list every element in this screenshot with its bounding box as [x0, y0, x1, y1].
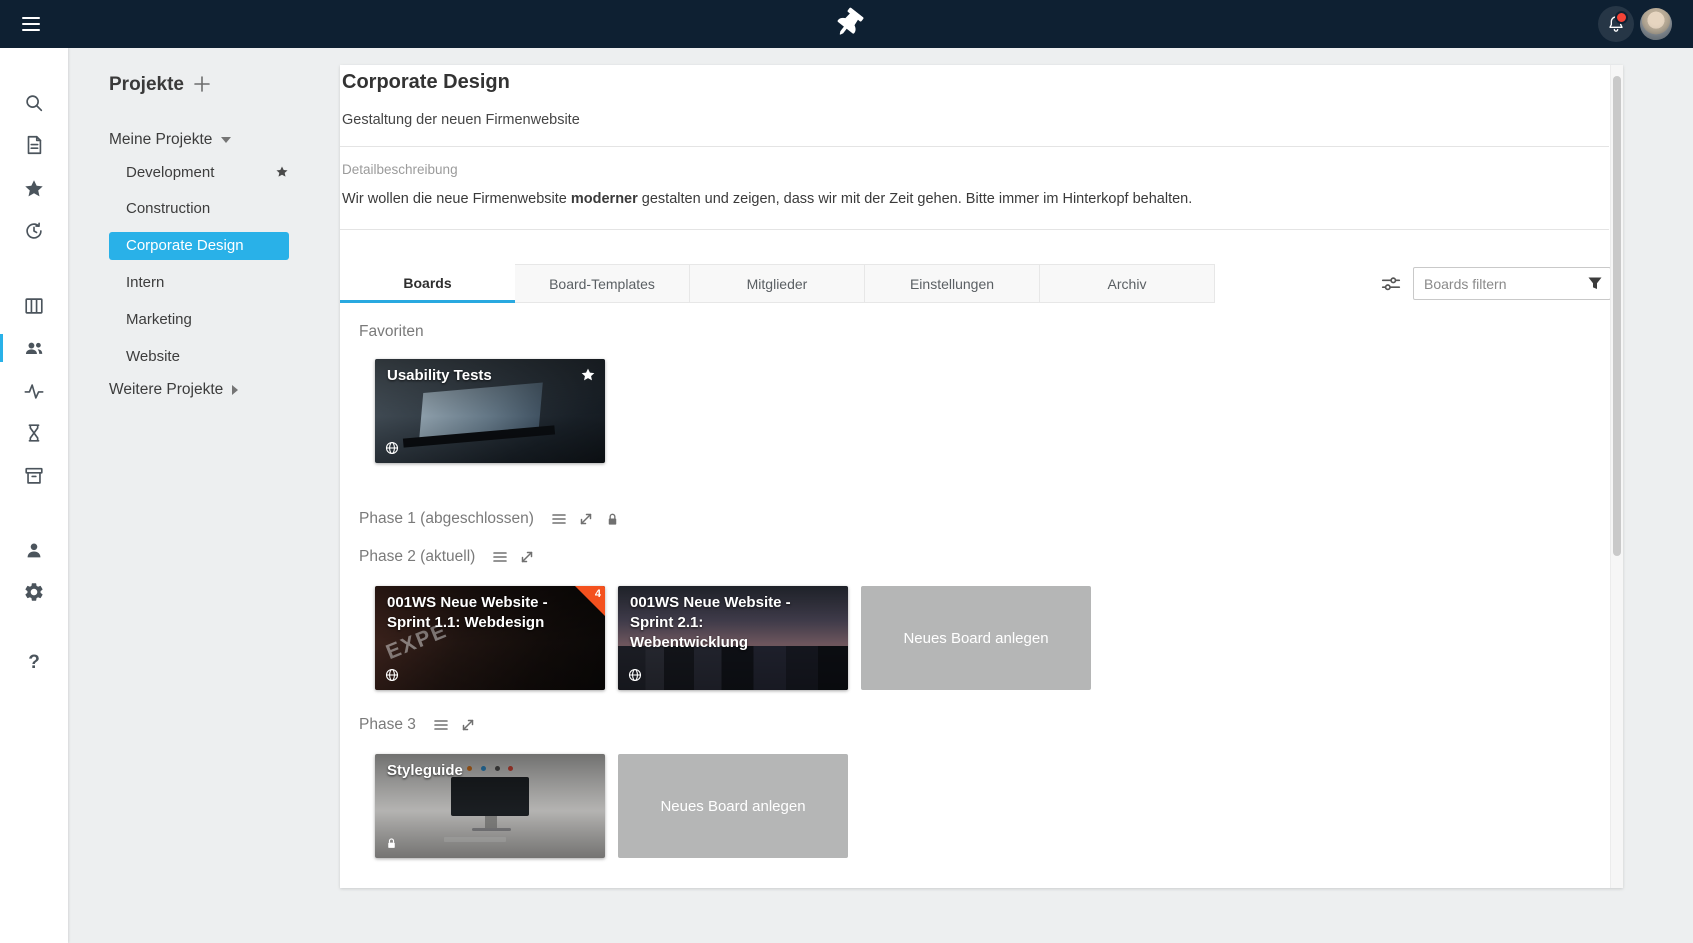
collapse-section-icon[interactable] [519, 549, 535, 565]
archive-icon[interactable] [23, 465, 45, 487]
badge-count: 4 [595, 588, 601, 600]
team-icon[interactable] [23, 337, 45, 359]
rail-active-indicator [0, 334, 3, 362]
menu-hamburger-icon[interactable] [22, 17, 42, 33]
favorites-star-icon[interactable] [23, 178, 45, 200]
group-label: Weitere Projekte [109, 381, 223, 399]
search-icon[interactable] [23, 92, 45, 114]
section-header-phase3: Phase 3 [359, 716, 476, 734]
user-icon[interactable] [23, 539, 45, 561]
section-title-phase2: Phase 2 (aktuell) [359, 548, 475, 566]
divider [340, 229, 1609, 230]
filter-funnel-icon[interactable] [1588, 277, 1602, 290]
main-panel: Corporate Design Gestaltung der neuen Fi… [340, 65, 1623, 888]
board-card-sprint-1-1[interactable]: EXPE 001WS Neue Website - Sprint 1.1: We… [375, 586, 605, 690]
kanban-board-icon[interactable] [23, 295, 45, 317]
project-star-icon[interactable] [275, 165, 289, 179]
add-project-button[interactable] [191, 74, 213, 96]
add-board-card[interactable]: Neues Board anlegen [861, 586, 1091, 690]
board-card-sprint-2-1[interactable]: 001WS Neue Website - Sprint 2.1: Webentw… [618, 586, 848, 690]
sidebar-item-development[interactable]: Development [126, 159, 214, 187]
view-options-icon[interactable] [1380, 273, 1402, 295]
sidebar-item-corporate-design[interactable]: Corporate Design [109, 232, 289, 260]
projects-title: Projekte [109, 74, 184, 96]
board-title: Styleguide [387, 761, 571, 781]
section-header-phase1: Phase 1 (abgeschlossen) [359, 510, 620, 528]
add-board-label: Neues Board anlegen [903, 630, 1048, 647]
public-globe-icon [385, 441, 399, 455]
projects-sidebar: Projekte Meine Projekte Development Cons… [68, 48, 340, 943]
plus-icon [192, 74, 212, 94]
notification-dot [1615, 11, 1628, 24]
add-board-card[interactable]: Neues Board anlegen [618, 754, 848, 858]
list-icon[interactable] [492, 549, 508, 565]
board-card-styleguide[interactable]: Styleguide [375, 754, 605, 858]
chevron-right-icon [232, 385, 238, 395]
board-title: 001WS Neue Website - Sprint 1.1: Webdesi… [387, 593, 571, 633]
group-label: Meine Projekte [109, 131, 212, 149]
detail-description-label: Detailbeschreibung [342, 162, 458, 177]
user-avatar[interactable] [1640, 8, 1672, 40]
sidebar-item-marketing[interactable]: Marketing [126, 306, 192, 334]
tab-mitglieder[interactable]: Mitglieder [690, 264, 865, 303]
section-title-favoriten: Favoriten [359, 323, 424, 341]
tab-bar: Boards Board-Templates Mitglieder Einste… [340, 264, 1215, 304]
chevron-down-icon [221, 137, 231, 143]
description-text: gestalten und zeigen, dass wir mit der Z… [638, 191, 1193, 207]
boards-filter-input[interactable] [1413, 267, 1611, 300]
project-description: Wir wollen die neue Firmenwebsite modern… [342, 191, 1192, 207]
app-root: ? Projekte Meine Projekte Development Co… [0, 0, 1693, 943]
group-weitere-projekte[interactable]: Weitere Projekte [109, 378, 238, 402]
sidebar-item-construction[interactable]: Construction [126, 195, 210, 223]
tab-boards[interactable]: Boards [340, 264, 515, 303]
section-title-phase1: Phase 1 (abgeschlossen) [359, 510, 534, 528]
locked-board-icon [385, 836, 398, 850]
board-card-usability-tests[interactable]: Usability Tests [375, 359, 605, 463]
expand-section-icon[interactable] [578, 511, 594, 527]
collapse-section-icon[interactable] [460, 717, 476, 733]
lock-icon [605, 511, 620, 527]
board-title: 001WS Neue Website - Sprint 2.1: Webentw… [630, 593, 792, 653]
tab-board-templates[interactable]: Board-Templates [515, 264, 690, 303]
sidebar-item-website[interactable]: Website [126, 343, 180, 371]
section-header-phase2: Phase 2 (aktuell) [359, 548, 535, 566]
public-globe-icon [628, 668, 642, 682]
gear-icon[interactable] [23, 581, 45, 603]
panel-scrollbar[interactable] [1610, 65, 1623, 888]
hourglass-icon[interactable] [23, 422, 45, 444]
favorite-star-icon[interactable] [580, 367, 596, 383]
boards-filter [1413, 267, 1611, 300]
history-icon[interactable] [23, 220, 45, 242]
divider [340, 146, 1609, 147]
public-globe-icon [385, 668, 399, 682]
documents-icon[interactable] [23, 134, 45, 156]
help-icon[interactable]: ? [23, 652, 45, 674]
list-icon[interactable] [433, 717, 449, 733]
board-title: Usability Tests [387, 366, 571, 386]
scrollbar-thumb[interactable] [1613, 76, 1621, 556]
description-text: Wir wollen die neue Firmenwebsite [342, 191, 571, 207]
sidebar-item-intern[interactable]: Intern [126, 269, 164, 297]
activity-pulse-icon[interactable] [23, 380, 45, 402]
notifications-button[interactable] [1598, 6, 1634, 42]
page-subtitle: Gestaltung der neuen Firmenwebsite [342, 112, 580, 128]
pushpin-logo-icon [828, 6, 865, 45]
page-title: Corporate Design [342, 71, 510, 94]
list-icon[interactable] [551, 511, 567, 527]
section-title-phase3: Phase 3 [359, 716, 416, 734]
description-bold-text: moderner [571, 191, 638, 207]
icon-sidebar: ? [0, 48, 68, 943]
add-board-label: Neues Board anlegen [660, 798, 805, 815]
topbar [0, 0, 1693, 48]
tab-einstellungen[interactable]: Einstellungen [865, 264, 1040, 303]
group-meine-projekte[interactable]: Meine Projekte [109, 128, 231, 152]
tab-archiv[interactable]: Archiv [1040, 264, 1215, 303]
